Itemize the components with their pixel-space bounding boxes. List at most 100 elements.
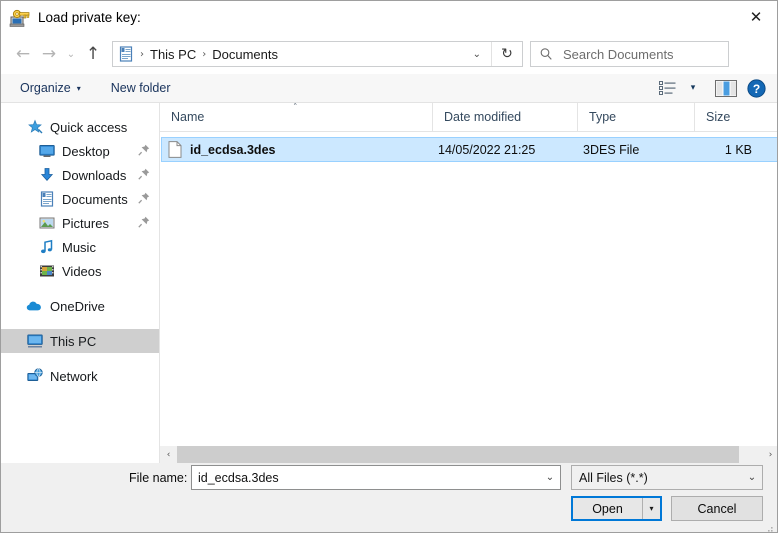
search-box[interactable]: Search Documents [530,41,729,67]
sidebar-item-label: Downloads [62,167,127,183]
file-list-pane: ˄ Name Date modified Type Size id_ecdsa.… [160,103,777,463]
file-name-cell: id_ecdsa.3des [162,141,427,158]
search-input[interactable]: Search Documents [563,47,674,62]
column-label: Name [171,109,205,124]
sidebar-item-onedrive[interactable]: OneDrive [1,294,159,318]
pin-icon[interactable] [138,192,150,204]
pin-icon[interactable] [138,144,150,156]
putty-key-icon [9,8,31,28]
downloads-icon [38,167,55,184]
sidebar-item-pictures[interactable]: Pictures [1,211,159,235]
onedrive-cloud-icon [26,298,43,315]
sidebar-item-label: Videos [62,263,102,279]
open-button-label: Open [592,501,623,516]
navigation-bar: ← → ⌄ ↑ › This PC › Documents ⌄ ↻ Search… [1,34,777,74]
close-icon[interactable]: ✕ [733,1,777,33]
chevron-down-icon[interactable]: ⌄ [540,472,560,483]
sidebar-item-downloads[interactable]: Downloads [1,163,159,187]
column-headers: ˄ Name Date modified Type Size [160,103,777,132]
recent-locations-icon[interactable]: ⌄ [62,41,80,67]
quick-access-star-icon [26,119,43,136]
back-button[interactable]: ← [10,41,36,67]
open-dropdown-chevron-icon[interactable]: ▾ [642,498,660,519]
column-header-size[interactable]: Size [695,103,777,132]
chevron-down-icon[interactable]: ⌄ [742,472,762,483]
music-icon [38,239,55,256]
network-icon [26,368,43,385]
sidebar-item-label: Documents [62,191,128,207]
file-type-cell: 3DES File [583,142,640,157]
svg-text:?: ? [752,82,759,96]
help-icon[interactable]: ? [741,76,771,100]
view-options-chevron-down-icon[interactable]: ▾ [683,76,703,100]
search-icon [539,47,559,61]
chevron-down-icon: ▾ [76,83,81,93]
chevron-down-icon[interactable]: ⌄ [463,49,491,60]
scroll-right-icon[interactable]: › [762,446,777,463]
window-title: Load private key: [38,10,141,25]
file-type-value: All Files (*.*) [579,470,648,485]
scrollbar-thumb[interactable] [177,446,739,463]
sidebar-item-label: This PC [50,333,97,349]
breadcrumb-item-this-pc[interactable]: This PC [150,47,196,62]
sidebar-item-label: Network [50,368,98,384]
sidebar-item-label: OneDrive [50,298,105,314]
pictures-icon [38,215,55,232]
breadcrumb-item-documents[interactable]: Documents [212,47,278,62]
forward-button[interactable]: → [36,41,62,67]
breadcrumb[interactable]: › This PC › Documents ⌄ ↻ [112,41,523,67]
table-row[interactable]: id_ecdsa.3des 14/05/2022 21:25 3DES File… [161,137,777,162]
pin-icon[interactable] [138,216,150,228]
file-date-cell: 14/05/2022 21:25 [438,142,536,157]
sidebar-item-videos[interactable]: Videos [1,259,159,283]
generic-file-icon [168,141,182,158]
column-header-name[interactable]: ˄ Name [160,103,433,132]
desktop-icon [38,143,55,160]
sidebar-item-network[interactable]: Network [1,364,159,388]
file-type-dropdown[interactable]: All Files (*.*) ⌄ [571,465,763,490]
horizontal-scrollbar[interactable]: ‹ › [160,446,777,463]
resize-grip[interactable] [764,520,774,532]
sidebar-item-label: Pictures [62,215,109,231]
sidebar-item-documents[interactable]: Documents [1,187,159,211]
up-button[interactable]: ↑ [80,41,106,67]
breadcrumb-separator: › [140,48,144,60]
breadcrumb-separator: › [202,48,207,60]
sidebar-item-label: Desktop [62,143,110,159]
sidebar-item-music[interactable]: Music [1,235,159,259]
file-name-value: id_ecdsa.3des [198,470,279,485]
documents-folder-icon [118,46,134,62]
column-header-date-modified[interactable]: Date modified [433,103,578,132]
view-options-icon[interactable] [653,76,683,100]
sidebar-item-quick-access[interactable]: Quick access [1,115,159,139]
sidebar-item-this-pc[interactable]: This PC [1,329,159,353]
view-caret: ▾ [690,83,696,93]
organize-button[interactable]: Organize ▾ [13,77,88,99]
toolbar: Organize ▾ New folder ▾ ? [1,74,777,103]
open-button[interactable]: Open ▾ [571,496,662,521]
file-size-cell: 1 KB [724,142,752,157]
scroll-left-icon[interactable]: ‹ [160,446,177,463]
file-name-text: id_ecdsa.3des [190,142,276,157]
sort-ascending-icon: ˄ [293,103,298,113]
this-pc-icon [26,333,43,350]
sidebar-item-desktop[interactable]: Desktop [1,139,159,163]
file-name-input[interactable]: id_ecdsa.3des ⌄ [191,465,561,490]
pin-icon[interactable] [138,168,150,180]
documents-icon [38,191,55,208]
cancel-button[interactable]: Cancel [671,496,763,521]
new-folder-label: New folder [110,81,171,95]
refresh-button[interactable]: ↻ [491,42,522,66]
column-header-type[interactable]: Type [578,103,695,132]
new-folder-button[interactable]: New folder [104,77,178,99]
scrollbar-track[interactable] [177,446,762,463]
organize-label: Organize [20,81,71,95]
navigation-sidebar[interactable]: Quick access Desktop Downloads Documents… [1,103,160,463]
dialog-body: Quick access Desktop Downloads Documents… [1,103,777,463]
title-bar: Load private key: ✕ [1,1,777,34]
load-private-key-dialog: Load private key: ✕ ← → ⌄ ↑ › This PC › … [0,0,778,533]
preview-pane-icon[interactable] [711,76,741,100]
sidebar-item-label: Music [62,239,96,255]
